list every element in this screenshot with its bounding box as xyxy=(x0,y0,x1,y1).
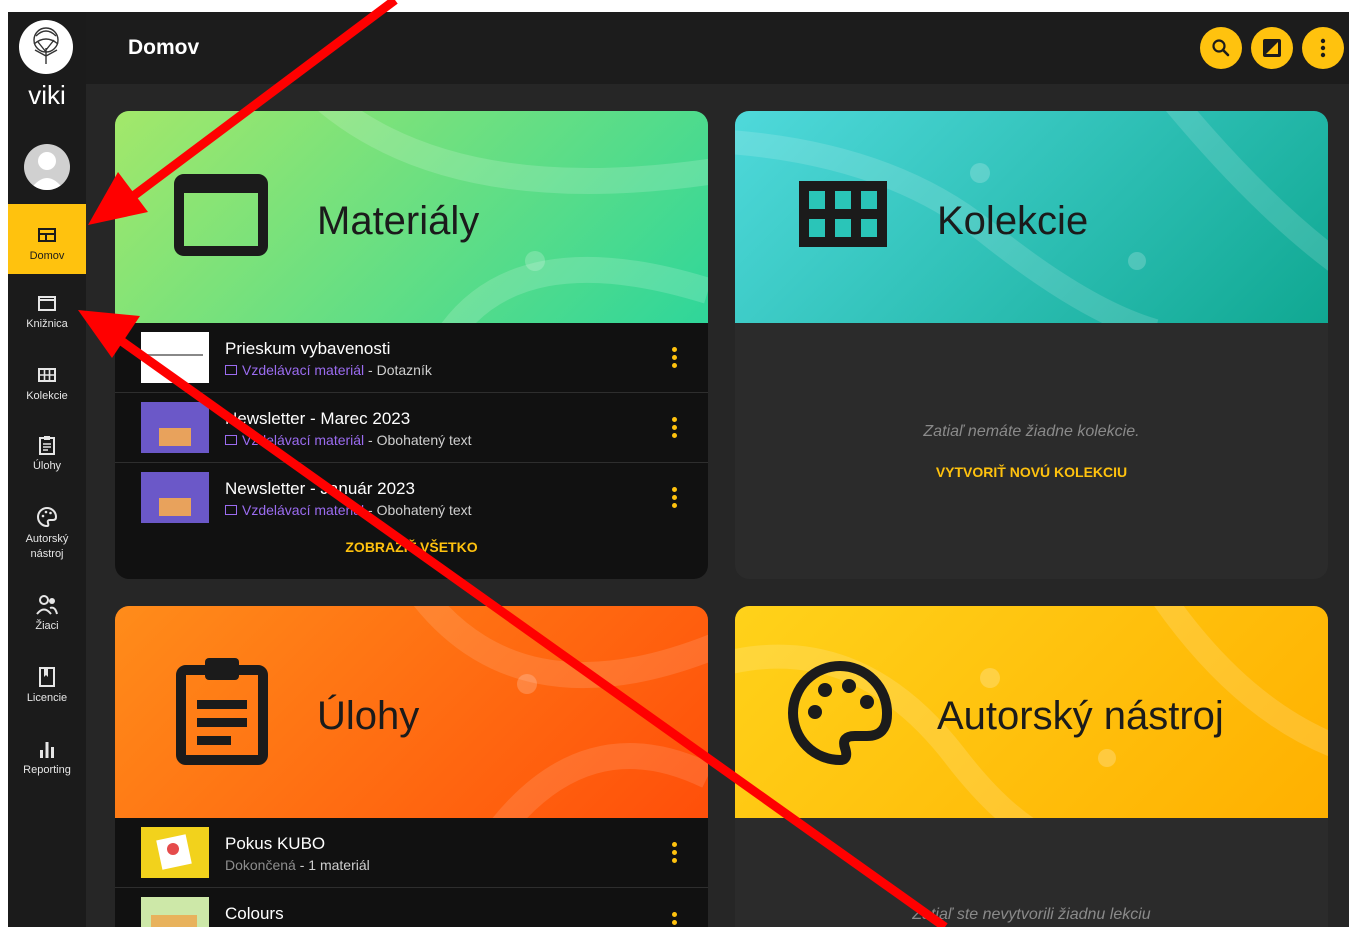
arrow-to-kniznica xyxy=(78,310,948,927)
arrow-to-domov xyxy=(88,0,398,225)
annotation-arrows xyxy=(78,0,948,927)
